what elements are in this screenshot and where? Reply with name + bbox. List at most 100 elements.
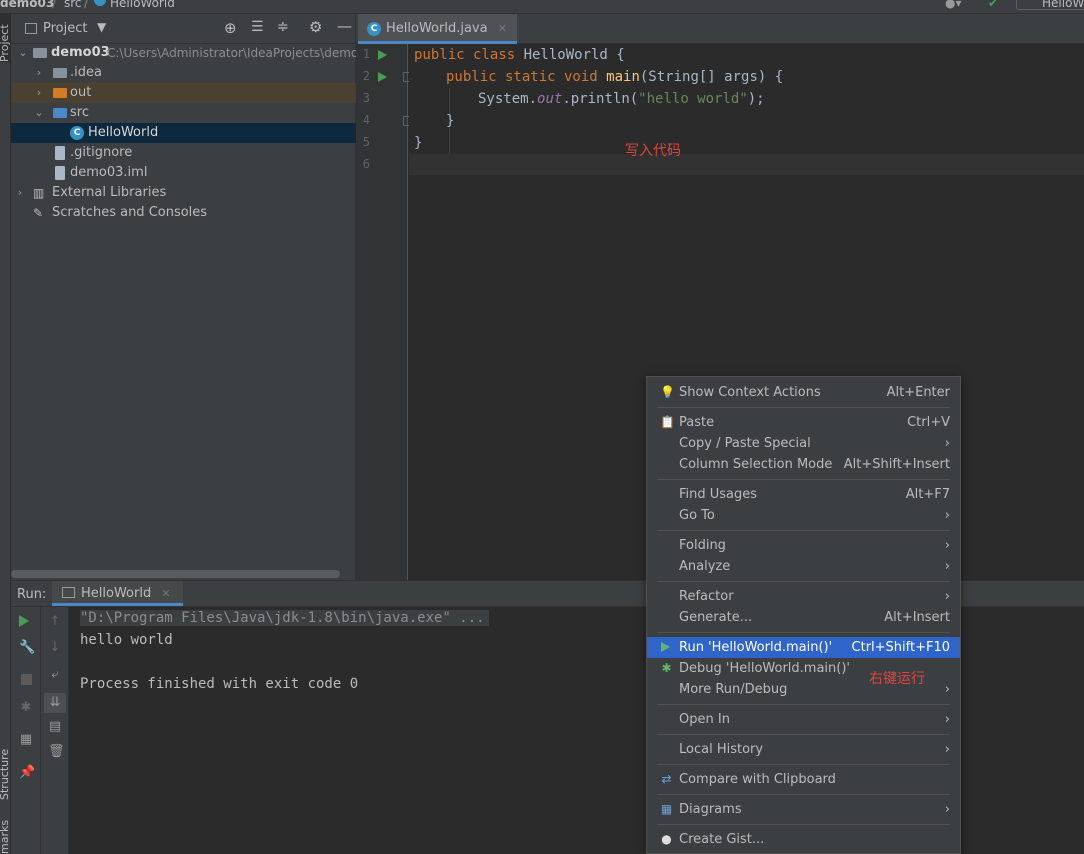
file-icon	[55, 146, 65, 160]
editor-tab-bar: C HelloWorld.java ✕	[356, 14, 1084, 44]
menu-item-paste[interactable]: 📋 Paste Ctrl+V	[647, 412, 960, 433]
arrow-up-icon[interactable]: ↑	[48, 615, 62, 629]
chevron-down-icon[interactable]: ⌄	[18, 43, 28, 63]
run-tab-label: HelloWorld	[81, 586, 152, 601]
tree-item-src[interactable]: ⌄ src	[11, 103, 356, 123]
menu-item-go-to[interactable]: Go To ›	[647, 505, 960, 526]
stop-icon[interactable]	[21, 674, 32, 685]
right-click-run-annotation: 右键运行	[869, 671, 925, 687]
debug-bug-icon: ✱	[661, 661, 672, 675]
console-line-output: hello world	[80, 632, 173, 648]
tree-item-gitignore[interactable]: .gitignore	[11, 143, 356, 163]
menu-item-column-selection-mode[interactable]: Column Selection Mode Alt+Shift+Insert	[647, 454, 960, 475]
arrow-down-icon[interactable]: ↓	[48, 641, 62, 655]
gear-icon[interactable]: ⚙	[309, 18, 322, 36]
build-hammer-icon[interactable]: ✔	[988, 0, 998, 10]
tree-item-scratches[interactable]: ✎ Scratches and Consoles	[11, 203, 356, 223]
run-gutter-icon[interactable]	[378, 50, 387, 60]
menu-item-refactor[interactable]: Refactor ›	[647, 586, 960, 607]
menu-item-find-usages[interactable]: Find Usages Alt+F7	[647, 484, 960, 505]
menu-item-open-in[interactable]: Open In ›	[647, 709, 960, 730]
tab-label: HelloWorld.java	[386, 21, 488, 36]
menu-item-local-history[interactable]: Local History ›	[647, 739, 960, 760]
close-icon[interactable]: ✕	[161, 587, 170, 600]
run-gutter-icon[interactable]	[378, 72, 387, 82]
chevron-right-icon[interactable]: ›	[15, 183, 25, 203]
menu-item-run-main[interactable]: Run 'HelloWorld.main()' Ctrl+Shift+F10	[647, 637, 960, 658]
tree-item-demo03-iml[interactable]: demo03.iml	[11, 163, 356, 183]
menu-item-label: Open In	[679, 712, 730, 727]
breadcrumb-src[interactable]: src	[64, 0, 82, 10]
tab-helloworld-java[interactable]: C HelloWorld.java ✕	[358, 14, 517, 44]
current-line-highlight	[409, 154, 1084, 175]
close-icon[interactable]: ✕	[498, 22, 507, 35]
menu-item-create-gist[interactable]: ● Create Gist...	[647, 829, 960, 850]
structure-tool-tab[interactable]: Structure	[0, 734, 10, 800]
project-horizontal-scrollbar[interactable]	[11, 570, 340, 578]
pin-icon[interactable]: 📌	[19, 766, 35, 780]
chevron-right-icon[interactable]: ›	[34, 83, 44, 103]
menu-item-copy-paste-special[interactable]: Copy / Paste Special ›	[647, 433, 960, 454]
menu-item-compare-with-clipboard[interactable]: ⇄ Compare with Clipboard	[647, 769, 960, 790]
project-view-title[interactable]: Project	[43, 21, 87, 36]
code-token: .println(	[562, 91, 639, 107]
menu-item-label: Refactor	[679, 589, 734, 604]
menu-separator	[657, 479, 950, 480]
code-token: );	[747, 91, 765, 107]
user-icon[interactable]: ●▾	[945, 0, 962, 10]
menu-item-generate[interactable]: Generate... Alt+Insert	[647, 607, 960, 628]
tree-item-label: Scratches and Consoles	[52, 205, 208, 220]
wrench-icon[interactable]: 🔧	[19, 641, 35, 655]
compare-icon: ⇄	[661, 772, 672, 786]
menu-separator	[657, 407, 950, 408]
breadcrumb-file[interactable]: HelloWorld	[110, 0, 175, 10]
class-icon: C	[367, 22, 381, 36]
soft-wrap-icon[interactable]: ⤶	[48, 668, 62, 682]
collapse-all-icon[interactable]: ≑	[277, 19, 289, 35]
minimize-icon[interactable]: —	[337, 17, 352, 35]
bookmarks-tool-tab[interactable]: marks	[0, 814, 10, 854]
run-config-selector[interactable]: HelloW	[1016, 0, 1084, 10]
tree-item-path: C:\Users\Administrator\IdeaProjects\demo…	[107, 46, 356, 60]
lightbulb-icon: 💡	[660, 385, 675, 399]
menu-item-show-context-actions[interactable]: 💡 Show Context Actions Alt+Enter	[647, 382, 960, 403]
expand-all-icon[interactable]: ☰	[251, 19, 264, 35]
code-token: }	[446, 113, 455, 129]
menu-item-analyze[interactable]: Analyze ›	[647, 556, 960, 577]
code-line-5: }	[414, 132, 422, 154]
menu-separator	[657, 824, 950, 825]
menu-separator	[657, 734, 950, 735]
chevron-down-icon[interactable]: ⌄	[34, 103, 44, 123]
scroll-to-end-icon[interactable]: ⇊	[44, 693, 66, 713]
code-line-2: public static void main(String[] args) {	[446, 66, 783, 88]
menu-item-folding[interactable]: Folding ›	[647, 535, 960, 556]
menu-item-label: Debug 'HelloWorld.main()'	[679, 661, 850, 676]
console-line-command: "D:\Program Files\Java\jdk-1.8\bin\java.…	[80, 610, 489, 626]
tree-item-demo03[interactable]: ⌄ demo03 C:\Users\Administrator\IdeaProj…	[11, 43, 356, 63]
code-token: public class	[414, 47, 524, 63]
chevron-right-icon: ›	[944, 508, 950, 523]
tree-item-idea[interactable]: › .idea	[11, 63, 356, 83]
chevron-right-icon: ›	[944, 682, 950, 697]
menu-item-diagrams[interactable]: ▦ Diagrams ›	[647, 799, 960, 820]
run-tab-helloworld[interactable]: HelloWorld ✕	[52, 581, 183, 606]
menu-item-label: Paste	[679, 415, 715, 430]
breadcrumb-project[interactable]: demo03	[0, 0, 54, 10]
tree-item-external-libraries[interactable]: › ▥ External Libraries	[11, 183, 356, 203]
file-icon	[55, 166, 65, 180]
rerun-icon[interactable]	[19, 615, 29, 627]
chevron-down-icon[interactable]: ▼	[97, 20, 106, 34]
tree-item-helloworld[interactable]: C HelloWorld	[11, 123, 356, 143]
chevron-right-icon: ›	[944, 436, 950, 451]
trash-icon[interactable]: 🗑	[48, 745, 65, 759]
code-token: "hello world"	[638, 91, 748, 107]
project-tool-tab[interactable]: Project	[0, 14, 11, 62]
print-icon[interactable]: ▤	[48, 720, 62, 734]
layout-icon[interactable]: ▦	[19, 733, 33, 747]
debug-icon[interactable]: ✱	[19, 701, 33, 715]
menu-item-shortcut: Ctrl+V	[907, 415, 950, 430]
project-tool-label: Project	[0, 24, 11, 62]
tree-item-out[interactable]: › out	[11, 83, 356, 103]
chevron-right-icon[interactable]: ›	[34, 63, 44, 83]
locate-target-icon[interactable]: ⊕	[224, 19, 237, 37]
